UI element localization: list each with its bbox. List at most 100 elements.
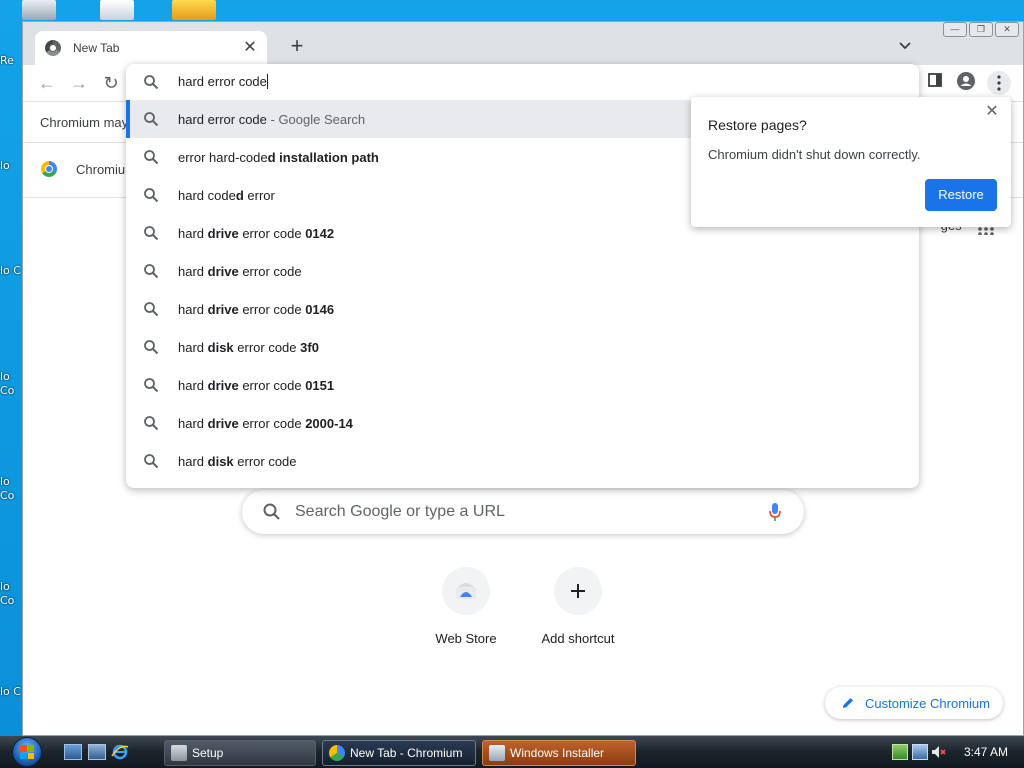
menu-icon[interactable]	[987, 71, 1011, 95]
desktop-icon-label[interactable]: lo Co	[0, 580, 22, 608]
search-icon	[144, 188, 159, 203]
customize-label: Customize Chromium	[865, 695, 990, 711]
bubble-body: Chromium didn't shut down correctly.	[708, 147, 921, 162]
chromium-favicon-icon	[45, 40, 61, 56]
notepad-icon[interactable]	[100, 0, 134, 20]
suggestion-text: hard coded error	[178, 188, 275, 203]
chromium-icon	[329, 745, 345, 761]
desktop-icon-label[interactable]: lo Co	[0, 475, 22, 503]
search-placeholder: Search Google or type a URL	[295, 503, 505, 520]
restore-button[interactable]: Restore	[925, 179, 997, 211]
folder-icon[interactable]	[172, 0, 216, 20]
profile-icon[interactable]	[954, 71, 978, 95]
tab-search-chevron-icon[interactable]	[895, 36, 915, 56]
clock[interactable]: 3:47 AM	[964, 745, 1008, 759]
suggestion-text: hard disk error code	[178, 454, 297, 469]
web-store-icon	[442, 567, 490, 615]
suggestion-row[interactable]: hard drive error code 0146	[126, 290, 919, 328]
suggestion-text: hard drive error code 2000-14	[178, 416, 353, 431]
search-icon	[144, 454, 159, 469]
chrome-icon	[41, 161, 57, 177]
omnibox-input[interactable]: hard error code	[126, 64, 919, 100]
customize-chromium-button[interactable]: Customize Chromium	[825, 687, 1003, 719]
tab-title: New Tab	[73, 41, 120, 55]
search-icon	[144, 378, 159, 393]
search-icon	[144, 302, 159, 317]
suggestion-text: error hard-coded installation path	[178, 150, 379, 165]
recycle-bin-icon[interactable]	[22, 0, 56, 20]
network-icon[interactable]	[912, 744, 928, 760]
search-icon	[144, 226, 159, 241]
shortcut-web-store[interactable]: Web Store	[416, 567, 516, 646]
tab-new-tab[interactable]: New Tab ✕	[35, 31, 267, 65]
windows-flag-icon	[20, 745, 34, 759]
maximize-button[interactable]: ❐	[969, 22, 993, 37]
setup-icon	[171, 745, 187, 761]
close-window-button[interactable]: ✕	[995, 22, 1019, 37]
suggestion-text: hard drive error code 0151	[178, 378, 335, 393]
tab-strip: New Tab ✕ + — ❐ ✕	[23, 22, 1023, 65]
minimize-button[interactable]: —	[943, 22, 967, 37]
taskbar-item-label: Windows Installer	[510, 746, 605, 760]
bookmark-label: Chromiu	[76, 161, 126, 177]
search-icon	[144, 75, 159, 90]
text-cursor	[266, 74, 268, 89]
suggestion-row[interactable]: hard drive error code 0151	[126, 366, 919, 404]
new-tab-plus-icon[interactable]: +	[285, 35, 309, 59]
taskbar-item-setup[interactable]: Setup	[164, 740, 316, 766]
suggestion-text: hard disk error code 3f0	[178, 340, 319, 355]
close-icon[interactable]: ✕	[983, 103, 1001, 121]
forward-icon[interactable]: →	[67, 71, 91, 95]
volume-muted-icon[interactable]	[930, 744, 946, 760]
ntp-search-box[interactable]: Search Google or type a URL	[242, 490, 804, 534]
sidepanel-icon[interactable]	[923, 71, 947, 95]
taskbar-item-windows-installer[interactable]: Windows Installer	[482, 740, 636, 766]
window-controls: — ❐ ✕	[943, 22, 1019, 37]
taskbar-item-label: New Tab - Chromium	[350, 746, 463, 760]
bubble-title: Restore pages?	[708, 117, 807, 133]
ie-icon[interactable]	[111, 744, 129, 760]
search-icon	[144, 416, 159, 431]
search-icon	[144, 264, 159, 279]
shortcut-add[interactable]: Add shortcut	[528, 567, 628, 646]
plus-icon	[554, 567, 602, 615]
search-icon	[144, 150, 159, 165]
desktop-icon-label[interactable]: Re	[0, 54, 22, 67]
installer-icon	[489, 745, 505, 761]
suggestion-text: hard drive error code 0142	[178, 226, 335, 241]
suggestion-text: hard error code - Google Search	[178, 112, 366, 127]
switch-windows-icon[interactable]	[88, 744, 106, 760]
tray-app-icon[interactable]	[892, 744, 908, 760]
suggestion-row[interactable]: hard drive error code 2000-14	[126, 404, 919, 442]
shortcut-label: Add shortcut	[541, 631, 615, 646]
bookmark-item[interactable]: Chromiu	[41, 161, 125, 177]
back-icon[interactable]: ←	[35, 71, 59, 95]
search-icon	[144, 340, 159, 355]
start-button[interactable]	[10, 736, 46, 768]
desktop-icon-label[interactable]: lo C	[0, 685, 22, 699]
mic-icon[interactable]	[768, 502, 782, 522]
taskbar: Setup New Tab - Chromium Windows Install…	[0, 736, 1024, 768]
browser-window: New Tab ✕ + — ❐ ✕ ← → ↻ Chromium may Chr…	[22, 21, 1024, 736]
suggestion-row[interactable]: hard disk error code 3f0	[126, 328, 919, 366]
desktop-icon-label[interactable]: lo	[0, 159, 22, 172]
system-tray: 3:47 AM	[884, 736, 1024, 768]
taskbar-item-chromium[interactable]: New Tab - Chromium	[322, 740, 476, 766]
desktop-icon-label[interactable]: lo Co	[0, 370, 22, 398]
shortcut-label: Web Store	[435, 631, 497, 646]
restore-pages-bubble: Restore pages? Chromium didn't shut down…	[691, 97, 1011, 227]
suggestion-text: hard drive error code 0146	[178, 302, 335, 317]
omnibox-query[interactable]: hard error code	[178, 74, 268, 89]
pencil-icon	[843, 698, 853, 708]
infobar-text: Chromium may	[40, 115, 129, 130]
show-desktop-icon[interactable]	[64, 744, 82, 760]
search-icon	[144, 112, 159, 127]
suggestion-row[interactable]: hard drive error code	[126, 252, 919, 290]
search-icon	[263, 503, 280, 520]
taskbar-item-label: Setup	[192, 746, 224, 760]
reload-icon[interactable]: ↻	[99, 71, 123, 95]
suggestion-text: hard drive error code	[178, 264, 302, 279]
suggestion-row[interactable]: hard disk error code	[126, 442, 919, 480]
tab-close-icon[interactable]: ✕	[241, 39, 259, 57]
desktop-icon-label[interactable]: lo C	[0, 264, 22, 278]
